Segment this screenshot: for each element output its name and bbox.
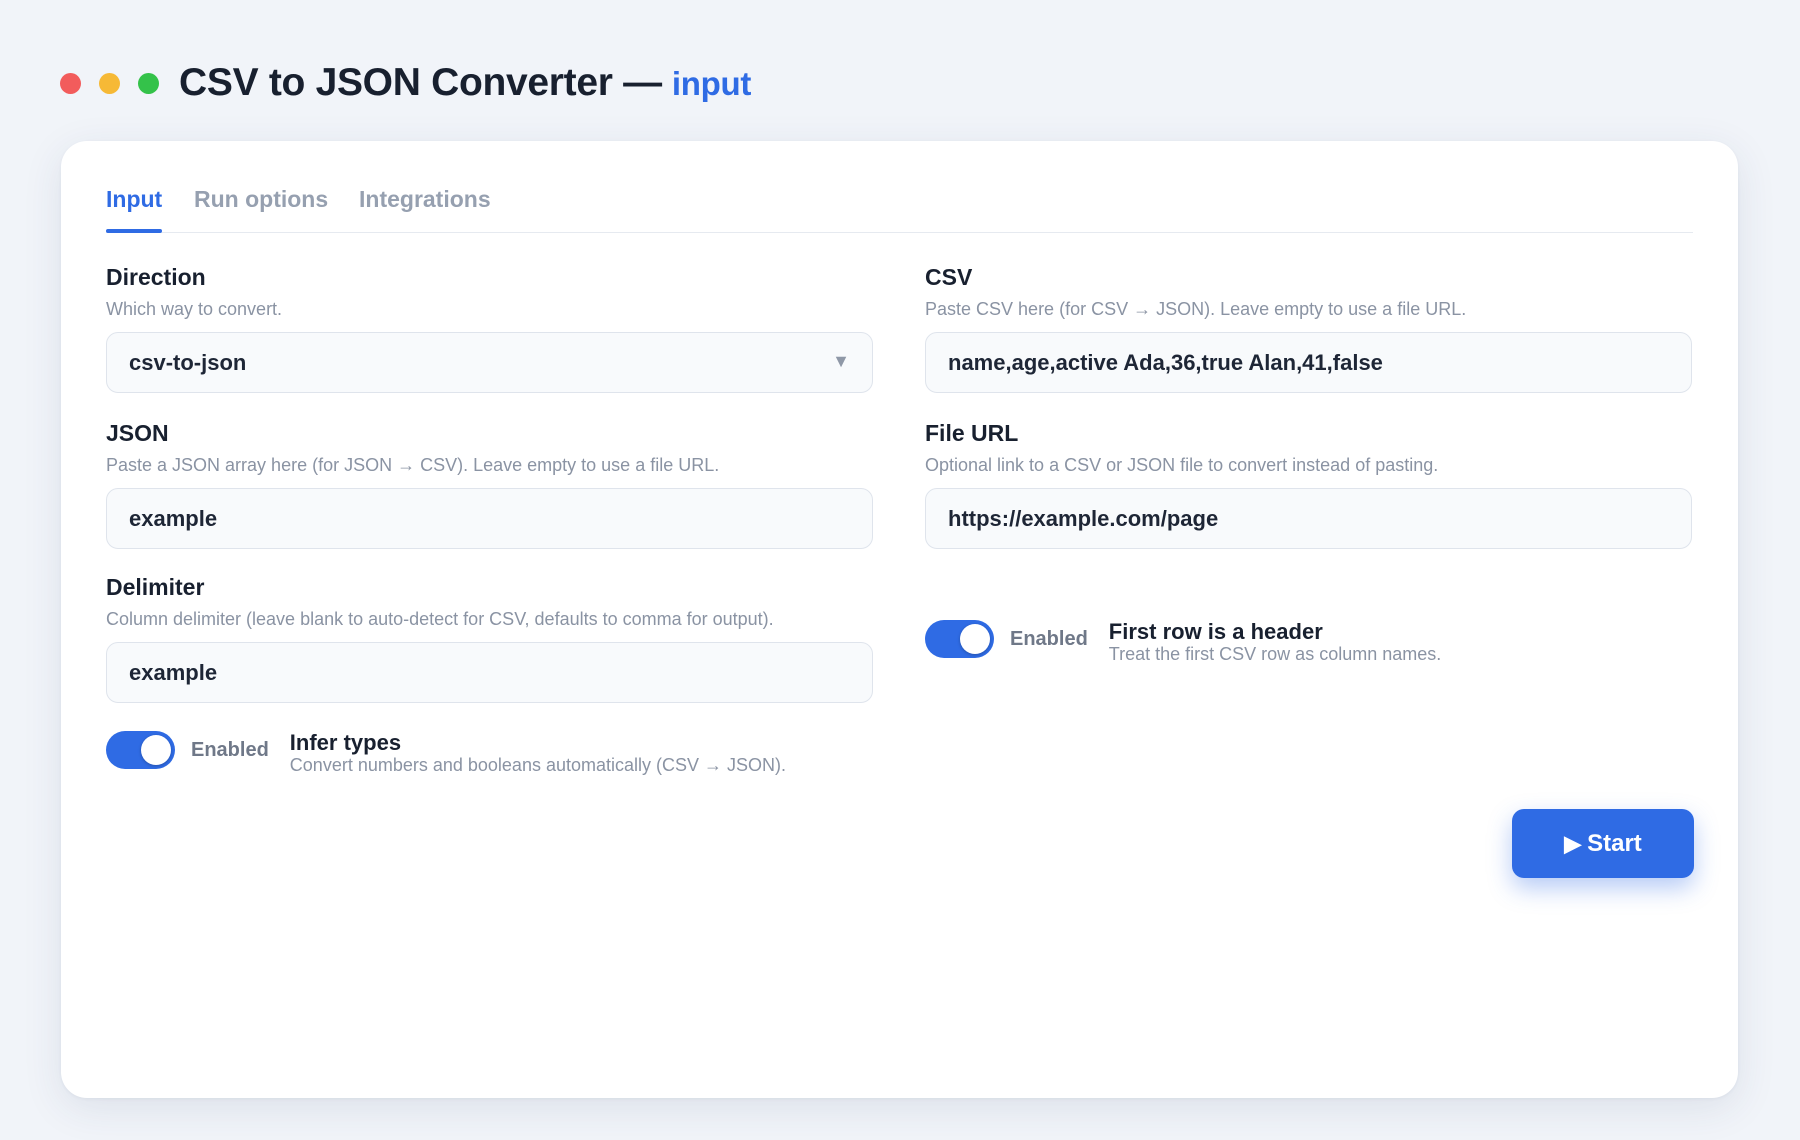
app-subtitle: input (671, 65, 752, 102)
first-row-header-title: First row is a header (1108, 619, 1323, 644)
csv-label: CSV (925, 264, 973, 290)
close-window-button[interactable] (60, 72, 81, 94)
file-url-input[interactable]: https://example.com/page (925, 488, 1692, 549)
infer-types-text: Infer types Convert numbers and booleans… (289, 730, 787, 776)
start-button[interactable]: ▶ Start (1512, 809, 1694, 878)
direction-help: Which way to convert. (106, 299, 283, 319)
delimiter-help: Column delimiter (leave blank to auto-de… (106, 609, 774, 629)
main-card: Input Run options Integrations Direction… (61, 141, 1738, 1098)
json-input[interactable]: example (106, 488, 873, 549)
direction-label: Direction (106, 264, 206, 290)
csv-field: CSV Paste CSV here (for CSV → JSON). Lea… (925, 262, 1692, 393)
title-bar: CSV to JSON Converter — input (60, 58, 751, 108)
direction-value: csv-to-json (129, 349, 247, 375)
csv-value: name,age,active Ada,36,true Alan,41,fals… (948, 349, 1383, 375)
delimiter-input[interactable]: example (106, 642, 873, 703)
play-icon: ▶ (1564, 830, 1582, 856)
tab-integrations[interactable]: Integrations (359, 177, 491, 232)
infer-types-state: Enabled (191, 739, 269, 761)
minimize-window-button[interactable] (99, 72, 120, 94)
toggle-knob (141, 735, 171, 765)
json-help: Paste a JSON array here (for JSON → CSV)… (106, 455, 720, 475)
first-row-header-toggle[interactable] (925, 620, 994, 658)
first-row-header-setting: Enabled First row is a header Treat the … (925, 620, 1441, 664)
json-field: JSON Paste a JSON array here (for JSON →… (106, 418, 873, 549)
delimiter-value: example (129, 659, 218, 685)
tab-input[interactable]: Input (106, 177, 163, 233)
app-title: CSV to JSON Converter — input (179, 61, 751, 105)
tab-run-options[interactable]: Run options (194, 177, 328, 232)
app-title-text: CSV to JSON Converter — (179, 61, 662, 104)
infer-types-desc: Convert numbers and booleans automatical… (289, 755, 787, 775)
chevron-down-icon: ▼ (832, 351, 850, 371)
infer-types-title: Infer types (289, 730, 402, 755)
file-url-value: https://example.com/page (948, 505, 1219, 531)
file-url-help: Optional link to a CSV or JSON file to c… (925, 455, 1439, 475)
file-url-label: File URL (925, 420, 1019, 446)
first-row-header-state: Enabled (1010, 628, 1088, 650)
toggle-knob (960, 624, 990, 654)
tab-bar: Input Run options Integrations (106, 177, 1693, 233)
infer-types-toggle[interactable] (106, 731, 175, 769)
json-label: JSON (106, 420, 169, 446)
first-row-header-desc: Treat the first CSV row as column names. (1108, 644, 1442, 664)
delimiter-label: Delimiter (106, 574, 205, 600)
delimiter-field: Delimiter Column delimiter (leave blank … (106, 572, 873, 703)
start-button-label: Start (1587, 829, 1642, 857)
direction-select[interactable]: csv-to-json ▼ (106, 332, 873, 393)
infer-types-setting: Enabled Infer types Convert numbers and … (106, 731, 786, 775)
json-value: example (129, 505, 218, 531)
first-row-header-text: First row is a header Treat the first CS… (1108, 619, 1442, 665)
file-url-field: File URL Optional link to a CSV or JSON … (925, 418, 1692, 549)
csv-help: Paste CSV here (for CSV → JSON). Leave e… (925, 299, 1467, 319)
direction-field: Direction Which way to convert. csv-to-j… (106, 262, 873, 393)
csv-input[interactable]: name,age,active Ada,36,true Alan,41,fals… (925, 332, 1692, 393)
maximize-window-button[interactable] (138, 72, 159, 94)
